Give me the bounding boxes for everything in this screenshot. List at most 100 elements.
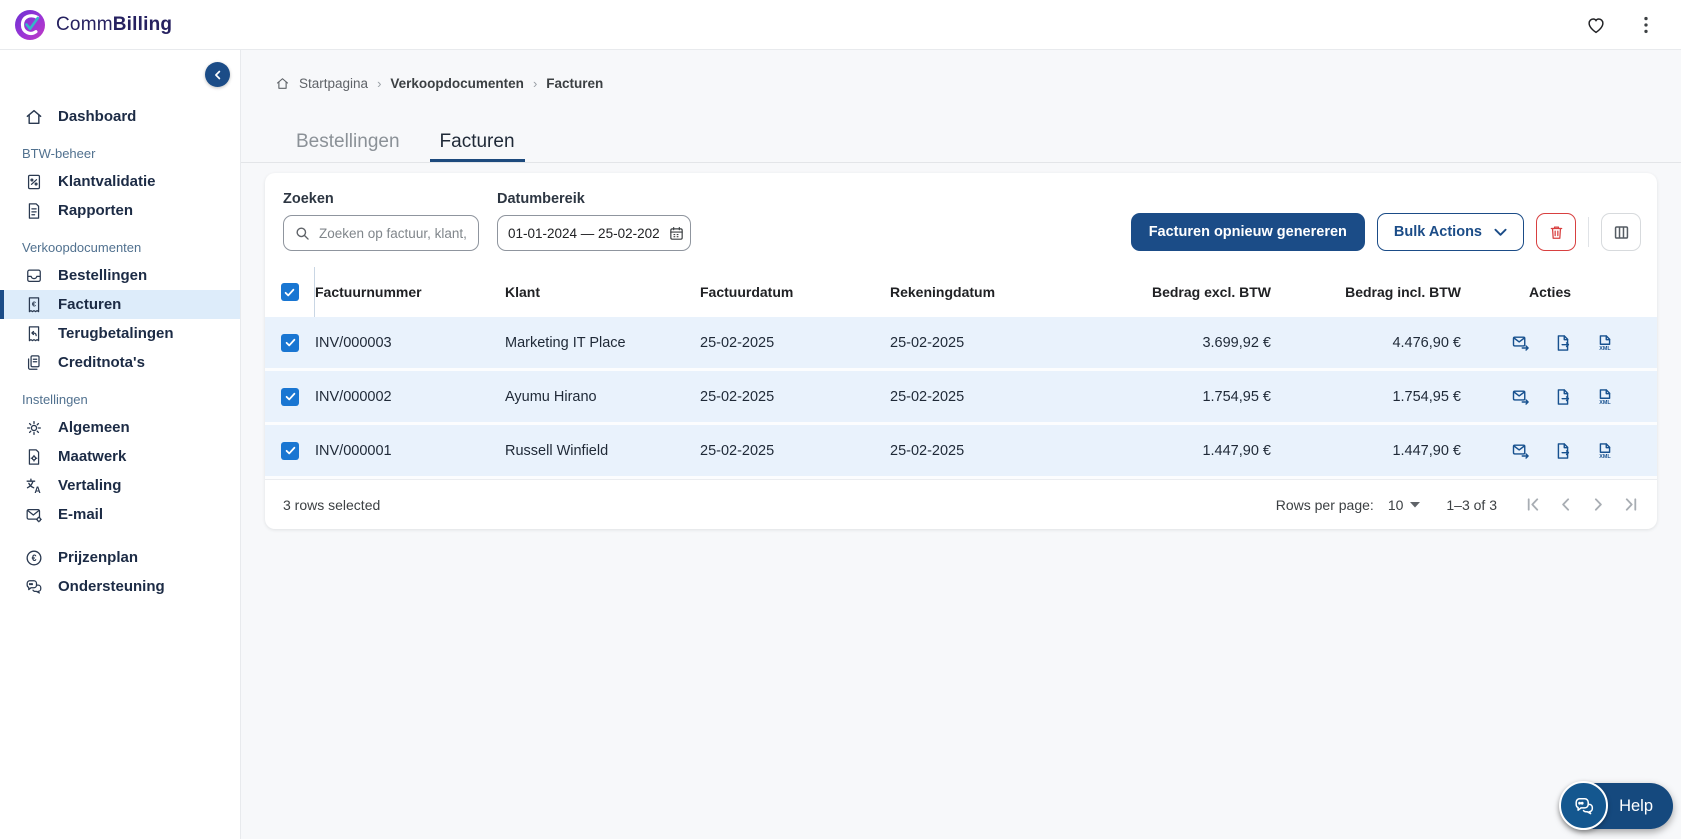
breadcrumb-separator-icon: ›: [532, 76, 538, 91]
receipt-percent-icon: [24, 172, 44, 192]
column-header-factuurdatum[interactable]: Factuurdatum: [700, 284, 890, 300]
table-row[interactable]: INV/000002 Ayumu Hirano 25-02-2025 25-02…: [265, 371, 1657, 425]
inbox-icon: [24, 266, 44, 286]
sidebar-item-label: Rapporten: [58, 202, 133, 219]
download-xml-icon[interactable]: XML: [1595, 441, 1615, 461]
sidebar-item-ondersteuning[interactable]: Ondersteuning: [0, 572, 240, 601]
client-cell: Russell Winfield: [505, 442, 609, 459]
sidebar: Dashboard BTW-beheer Klantvalidatie Rapp…: [0, 50, 241, 839]
search-input[interactable]: [319, 225, 479, 241]
row-checkbox[interactable]: [281, 333, 299, 352]
toolbar-divider: [1588, 217, 1589, 247]
table-row[interactable]: INV/000003 Marketing IT Place 25-02-2025…: [265, 317, 1657, 371]
sidebar-item-label: Creditnota's: [58, 354, 145, 371]
export-document-icon[interactable]: [1553, 387, 1573, 407]
table-header: Factuurnummer Klant Factuurdatum Rekenin…: [265, 267, 1657, 317]
credit-notes-icon: [24, 353, 44, 373]
client-cell: Ayumu Hirano: [505, 388, 597, 405]
columns-icon: [1612, 223, 1631, 242]
sidebar-item-terugbetalingen[interactable]: Terugbetalingen: [0, 319, 240, 348]
send-email-icon[interactable]: [1511, 333, 1531, 353]
brand: CommBilling: [14, 9, 172, 41]
tab-bestellingen[interactable]: Bestellingen: [294, 117, 402, 162]
euro-circle-icon: €: [24, 548, 44, 568]
sidebar-item-creditnotas[interactable]: Creditnota's: [0, 348, 240, 377]
custom-document-icon: [24, 447, 44, 467]
sidebar-item-vertaling[interactable]: A Vertaling: [0, 471, 240, 500]
svg-text:€: €: [32, 553, 37, 563]
export-document-icon[interactable]: [1553, 441, 1573, 461]
sidebar-section-btw-beheer: BTW-beheer: [22, 146, 96, 161]
invoice-date-cell: 25-02-2025: [700, 388, 775, 405]
sidebar-item-label: Vertaling: [58, 477, 122, 494]
delete-button[interactable]: [1536, 213, 1576, 251]
help-button[interactable]: Help: [1559, 781, 1673, 830]
invoice-number-cell: INV/000002: [315, 388, 392, 405]
sidebar-item-email[interactable]: E-mail: [0, 500, 240, 529]
sidebar-item-label: Prijzenplan: [58, 549, 139, 566]
previous-page-icon[interactable]: [1556, 495, 1575, 514]
sidebar-item-rapporten[interactable]: Rapporten: [0, 196, 240, 225]
breadcrumb-item[interactable]: Startpagina: [299, 76, 368, 91]
invoice-date-cell: 25-02-2025: [700, 442, 775, 459]
rows-per-page-select[interactable]: 10: [1388, 497, 1421, 513]
column-header-rekeningdatum[interactable]: Rekeningdatum: [890, 284, 1125, 300]
topbar: CommBilling: [0, 0, 1681, 50]
gear-icon: [24, 418, 44, 438]
svg-text:XML: XML: [1599, 346, 1611, 352]
bulk-actions-button[interactable]: Bulk Actions: [1376, 213, 1524, 251]
daterange-label: Datumbereik: [497, 191, 585, 207]
table-row[interactable]: INV/000001 Russell Winfield 25-02-2025 2…: [265, 425, 1657, 479]
invoice-number-cell: INV/000003: [315, 334, 392, 351]
export-document-icon[interactable]: [1553, 333, 1573, 353]
column-settings-button[interactable]: [1601, 213, 1641, 251]
sidebar-section-instellingen: Instellingen: [22, 392, 88, 407]
client-cell: Marketing IT Place: [505, 334, 626, 351]
sidebar-item-label: Algemeen: [58, 419, 130, 436]
breadcrumb-item[interactable]: Verkoopdocumenten: [390, 76, 524, 91]
download-xml-icon[interactable]: XML: [1595, 387, 1615, 407]
column-header-factuurnummer[interactable]: Factuurnummer: [315, 284, 505, 300]
sidebar-item-dashboard[interactable]: Dashboard: [0, 102, 240, 131]
regenerate-invoices-button[interactable]: Facturen opnieuw genereren: [1130, 213, 1365, 251]
table-footer: 3 rows selected Rows per page: 10 1–3 of…: [265, 479, 1657, 529]
sidebar-item-facturen[interactable]: € Facturen: [0, 290, 240, 319]
invoice-euro-icon: €: [24, 295, 44, 315]
send-email-icon[interactable]: [1511, 441, 1531, 461]
next-page-icon[interactable]: [1589, 495, 1608, 514]
last-page-icon[interactable]: [1622, 495, 1641, 514]
send-email-icon[interactable]: [1511, 387, 1531, 407]
tab-facturen[interactable]: Facturen: [429, 117, 525, 162]
sidebar-item-algemeen[interactable]: Algemeen: [0, 413, 240, 442]
column-header-klant[interactable]: Klant: [505, 284, 700, 300]
calendar-icon[interactable]: [668, 225, 685, 242]
sidebar-collapse-button[interactable]: [205, 62, 230, 87]
sidebar-item-bestellingen[interactable]: Bestellingen: [0, 261, 240, 290]
sidebar-item-klantvalidatie[interactable]: Klantvalidatie: [0, 167, 240, 196]
svg-text:XML: XML: [1599, 400, 1611, 406]
refund-receipt-icon: [24, 324, 44, 344]
first-page-icon[interactable]: [1523, 495, 1542, 514]
kebab-menu-icon[interactable]: [1635, 14, 1657, 36]
search-label: Zoeken: [283, 191, 334, 207]
daterange-input[interactable]: 01-01-2024 — 25-02-202: [497, 215, 691, 251]
column-header-bedrag-incl[interactable]: Bedrag incl. BTW: [1295, 284, 1485, 300]
breadcrumb-item[interactable]: Facturen: [546, 76, 603, 91]
sidebar-item-maatwerk[interactable]: Maatwerk: [0, 442, 240, 471]
sidebar-item-label: Terugbetalingen: [58, 325, 174, 342]
sidebar-section-verkoopdocumenten: Verkoopdocumenten: [22, 240, 142, 255]
svg-text:€: €: [32, 299, 37, 308]
sidebar-item-prijzenplan[interactable]: € Prijzenplan: [0, 543, 240, 572]
select-all-checkbox[interactable]: [280, 283, 299, 301]
row-checkbox[interactable]: [281, 441, 299, 460]
tab-bar: Bestellingen Facturen: [241, 117, 1681, 163]
pagination-range-text: 1–3 of 3: [1446, 496, 1497, 513]
row-checkbox[interactable]: [281, 387, 299, 406]
download-xml-icon[interactable]: XML: [1595, 333, 1615, 353]
heart-icon[interactable]: [1585, 14, 1607, 36]
breadcrumb-home-icon[interactable]: [275, 76, 290, 91]
sidebar-item-label: E-mail: [58, 506, 104, 523]
invoice-date-cell: 25-02-2025: [700, 334, 775, 351]
column-header-bedrag-excl[interactable]: Bedrag excl. BTW: [1125, 284, 1295, 300]
sidebar-item-label: Klantvalidatie: [58, 173, 156, 190]
